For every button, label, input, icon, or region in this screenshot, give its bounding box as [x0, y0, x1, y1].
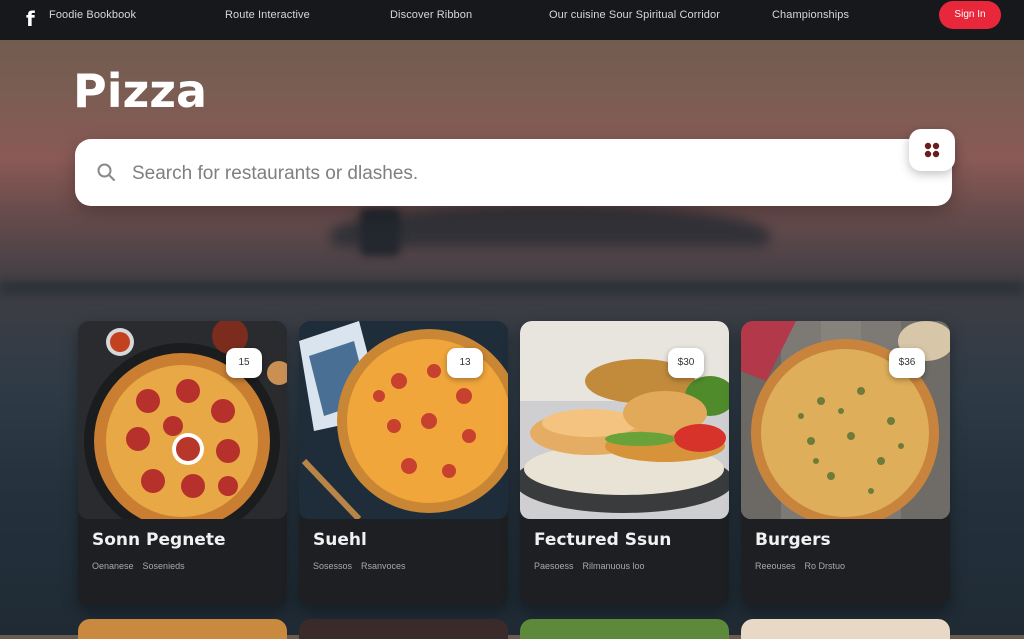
- restaurant-card[interactable]: 13 Suehl Sosessos Rsanvoces: [299, 321, 508, 606]
- search-bar: [75, 139, 952, 206]
- price-badge: 15: [226, 348, 262, 378]
- restaurant-card[interactable]: $36 Burgers Reeouses Ro Drstuo: [741, 321, 950, 606]
- card-meta: Paesoess Rilmanuous loo: [534, 561, 645, 571]
- nav-link-2[interactable]: Route Interactive: [225, 9, 310, 21]
- filter-icon: [924, 142, 940, 158]
- page-title: Pizza: [73, 64, 208, 118]
- sign-in-button[interactable]: Sign In: [939, 1, 1001, 29]
- background-shoreline: [0, 282, 1024, 294]
- card-title: Suehl: [313, 530, 367, 550]
- price-badge: $36: [889, 348, 925, 378]
- restaurant-card-peek[interactable]: [78, 619, 287, 639]
- top-nav: f Foodie Bookbook Route Interactive Disc…: [0, 0, 1024, 40]
- search-input[interactable]: [130, 156, 874, 192]
- card-title: Sonn Pegnete: [92, 530, 226, 550]
- search-icon: [97, 163, 115, 181]
- card-meta-cuisine: Oenanese: [92, 561, 134, 571]
- card-meta-cuisine: Sosessos: [313, 561, 353, 571]
- card-meta: Reeouses Ro Drstuo: [755, 561, 845, 571]
- restaurant-card[interactable]: 15 Sonn Pegnete Oenanese Sosenieds: [78, 321, 287, 606]
- nav-link-5[interactable]: Championships: [772, 9, 849, 21]
- card-meta: Sosessos Rsanvoces: [313, 561, 406, 571]
- restaurant-card-peek[interactable]: [520, 619, 729, 639]
- card-meta-detail: Rsanvoces: [361, 561, 406, 571]
- background-tower: [360, 208, 400, 256]
- card-meta-detail: Sosenieds: [142, 561, 185, 571]
- card-meta-detail: Rilmanuous loo: [582, 561, 645, 571]
- card-meta: Oenanese Sosenieds: [92, 561, 185, 571]
- nav-link-3[interactable]: Discover Ribbon: [390, 9, 472, 21]
- price-badge: 13: [447, 348, 483, 378]
- card-title: Burgers: [755, 530, 831, 550]
- restaurant-card-peek[interactable]: [299, 619, 508, 639]
- filter-button[interactable]: [909, 129, 955, 171]
- card-meta-detail: Ro Drstuo: [804, 561, 846, 571]
- card-meta-cuisine: Reeouses: [755, 561, 796, 571]
- restaurant-card-peek[interactable]: [741, 619, 950, 639]
- nav-link-1[interactable]: Foodie Bookbook: [49, 9, 136, 21]
- restaurant-card[interactable]: $30 Fectured Ssun Paesoess Rilmanuous loo: [520, 321, 729, 606]
- card-title: Fectured Ssun: [534, 530, 672, 550]
- price-badge: $30: [668, 348, 704, 378]
- nav-link-4[interactable]: Our cuisine Sour Spiritual Corridor: [549, 9, 720, 21]
- card-meta-cuisine: Paesoess: [534, 561, 574, 571]
- facebook-f-icon[interactable]: f: [26, 8, 40, 30]
